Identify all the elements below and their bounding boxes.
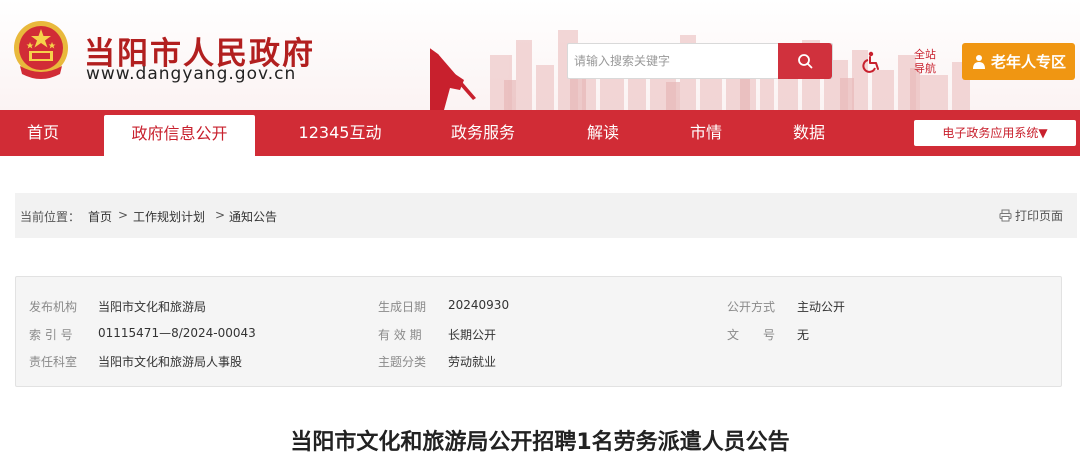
- meta-label-topic: 主题分类: [378, 355, 427, 369]
- meta-label-index: 索 引 号: [29, 328, 73, 342]
- elderly-zone-label: 老年人专区: [990, 53, 1066, 71]
- search-box: [567, 43, 833, 79]
- nav-item-interpretation[interactable]: 解读: [580, 110, 626, 156]
- nav-item-home[interactable]: 首页: [20, 110, 66, 156]
- person-icon: [972, 54, 985, 69]
- nav-item-12345[interactable]: 12345互动: [292, 110, 388, 156]
- site-header: 当阳市人民政府 www.dangyang.gov.cn 全站 导航 老年人专区: [0, 0, 1080, 110]
- egov-systems-dropdown[interactable]: 电子政务应用系统▼: [914, 120, 1076, 146]
- accessibility-button[interactable]: [858, 48, 886, 76]
- meta-label-dept: 责任科室: [29, 355, 78, 369]
- main-navigation: 首页 政府信息公开 12345互动 政务服务 解读 市情 数据 电子政务应用系统…: [0, 110, 1080, 156]
- meta-value-mode: 主动公开: [797, 300, 846, 314]
- print-page-button[interactable]: 打印页面: [999, 207, 1063, 224]
- breadcrumb-notices[interactable]: 通知公告: [229, 208, 277, 225]
- meta-label-publisher: 发布机构: [29, 300, 78, 314]
- breadcrumb-label: 当前位置：: [20, 210, 81, 224]
- meta-value-index: 01115471—8/2024-00043: [98, 326, 256, 340]
- meta-value-validity: 长期公开: [448, 328, 497, 342]
- nav-item-data[interactable]: 数据: [786, 110, 832, 156]
- breadcrumb-separator: >: [215, 208, 226, 222]
- meta-value-topic: 劳动就业: [448, 355, 497, 369]
- national-emblem-logo: [14, 21, 68, 79]
- meta-value-date: 20240930: [448, 298, 510, 312]
- meta-value-dept: 当阳市文化和旅游局人事股: [98, 355, 243, 369]
- breadcrumb-home[interactable]: 首页: [88, 208, 112, 225]
- site-domain: www.dangyang.gov.cn: [86, 64, 297, 84]
- meta-label-docno: 文 号: [727, 328, 776, 342]
- breadcrumb-separator: >: [118, 208, 129, 222]
- breadcrumb: 当前位置： 首页 > 工作规划计划 > 通知公告 打印页面: [15, 193, 1077, 238]
- document-title: 当阳市文化和旅游局公开招聘1名劳务派遣人员公告: [290, 430, 790, 455]
- meta-label-mode: 公开方式: [727, 300, 776, 314]
- meta-label-date: 生成日期: [378, 300, 427, 314]
- nav-item-gov-info[interactable]: 政府信息公开: [104, 115, 255, 156]
- printer-icon: [999, 209, 1012, 222]
- site-navigation-line1: 全站: [914, 48, 936, 61]
- wheelchair-icon: [862, 51, 879, 73]
- meta-value-publisher: 当阳市文化和旅游局: [98, 300, 207, 314]
- print-page-label: 打印页面: [1014, 209, 1063, 223]
- meta-label-validity: 有 效 期: [378, 328, 422, 342]
- search-button[interactable]: [778, 43, 832, 79]
- search-input[interactable]: [568, 44, 779, 78]
- elderly-zone-button[interactable]: 老年人专区: [962, 43, 1075, 80]
- site-navigation-line2: 导航: [914, 62, 936, 75]
- search-icon: [798, 54, 813, 69]
- nav-item-services[interactable]: 政务服务: [444, 110, 522, 156]
- meta-value-docno: 无: [797, 328, 810, 342]
- nav-item-city-info[interactable]: 市情: [683, 110, 729, 156]
- breadcrumb-work-plan[interactable]: 工作规划计划: [133, 208, 205, 225]
- site-navigation-link[interactable]: 全站 导航: [910, 48, 940, 76]
- document-metadata: 发布机构 当阳市文化和旅游局 生成日期 20240930 公开方式 主动公开 索…: [15, 276, 1062, 387]
